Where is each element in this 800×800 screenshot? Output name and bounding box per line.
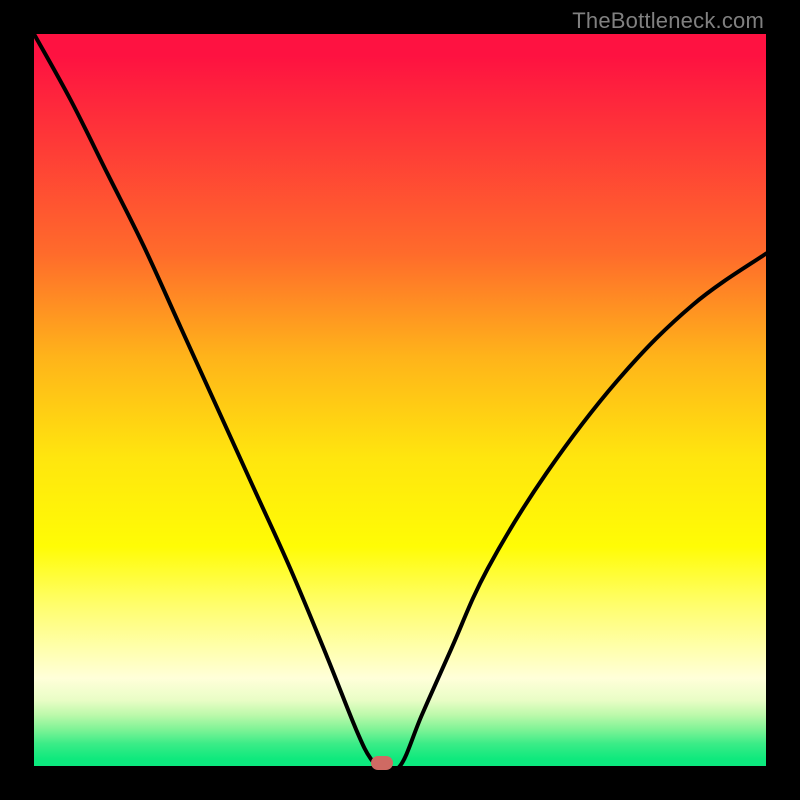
plot-area: [34, 34, 766, 766]
watermark-text: TheBottleneck.com: [572, 8, 764, 34]
optimal-point-marker: [371, 756, 393, 770]
bottleneck-curve: [34, 34, 766, 766]
chart-frame: TheBottleneck.com: [0, 0, 800, 800]
